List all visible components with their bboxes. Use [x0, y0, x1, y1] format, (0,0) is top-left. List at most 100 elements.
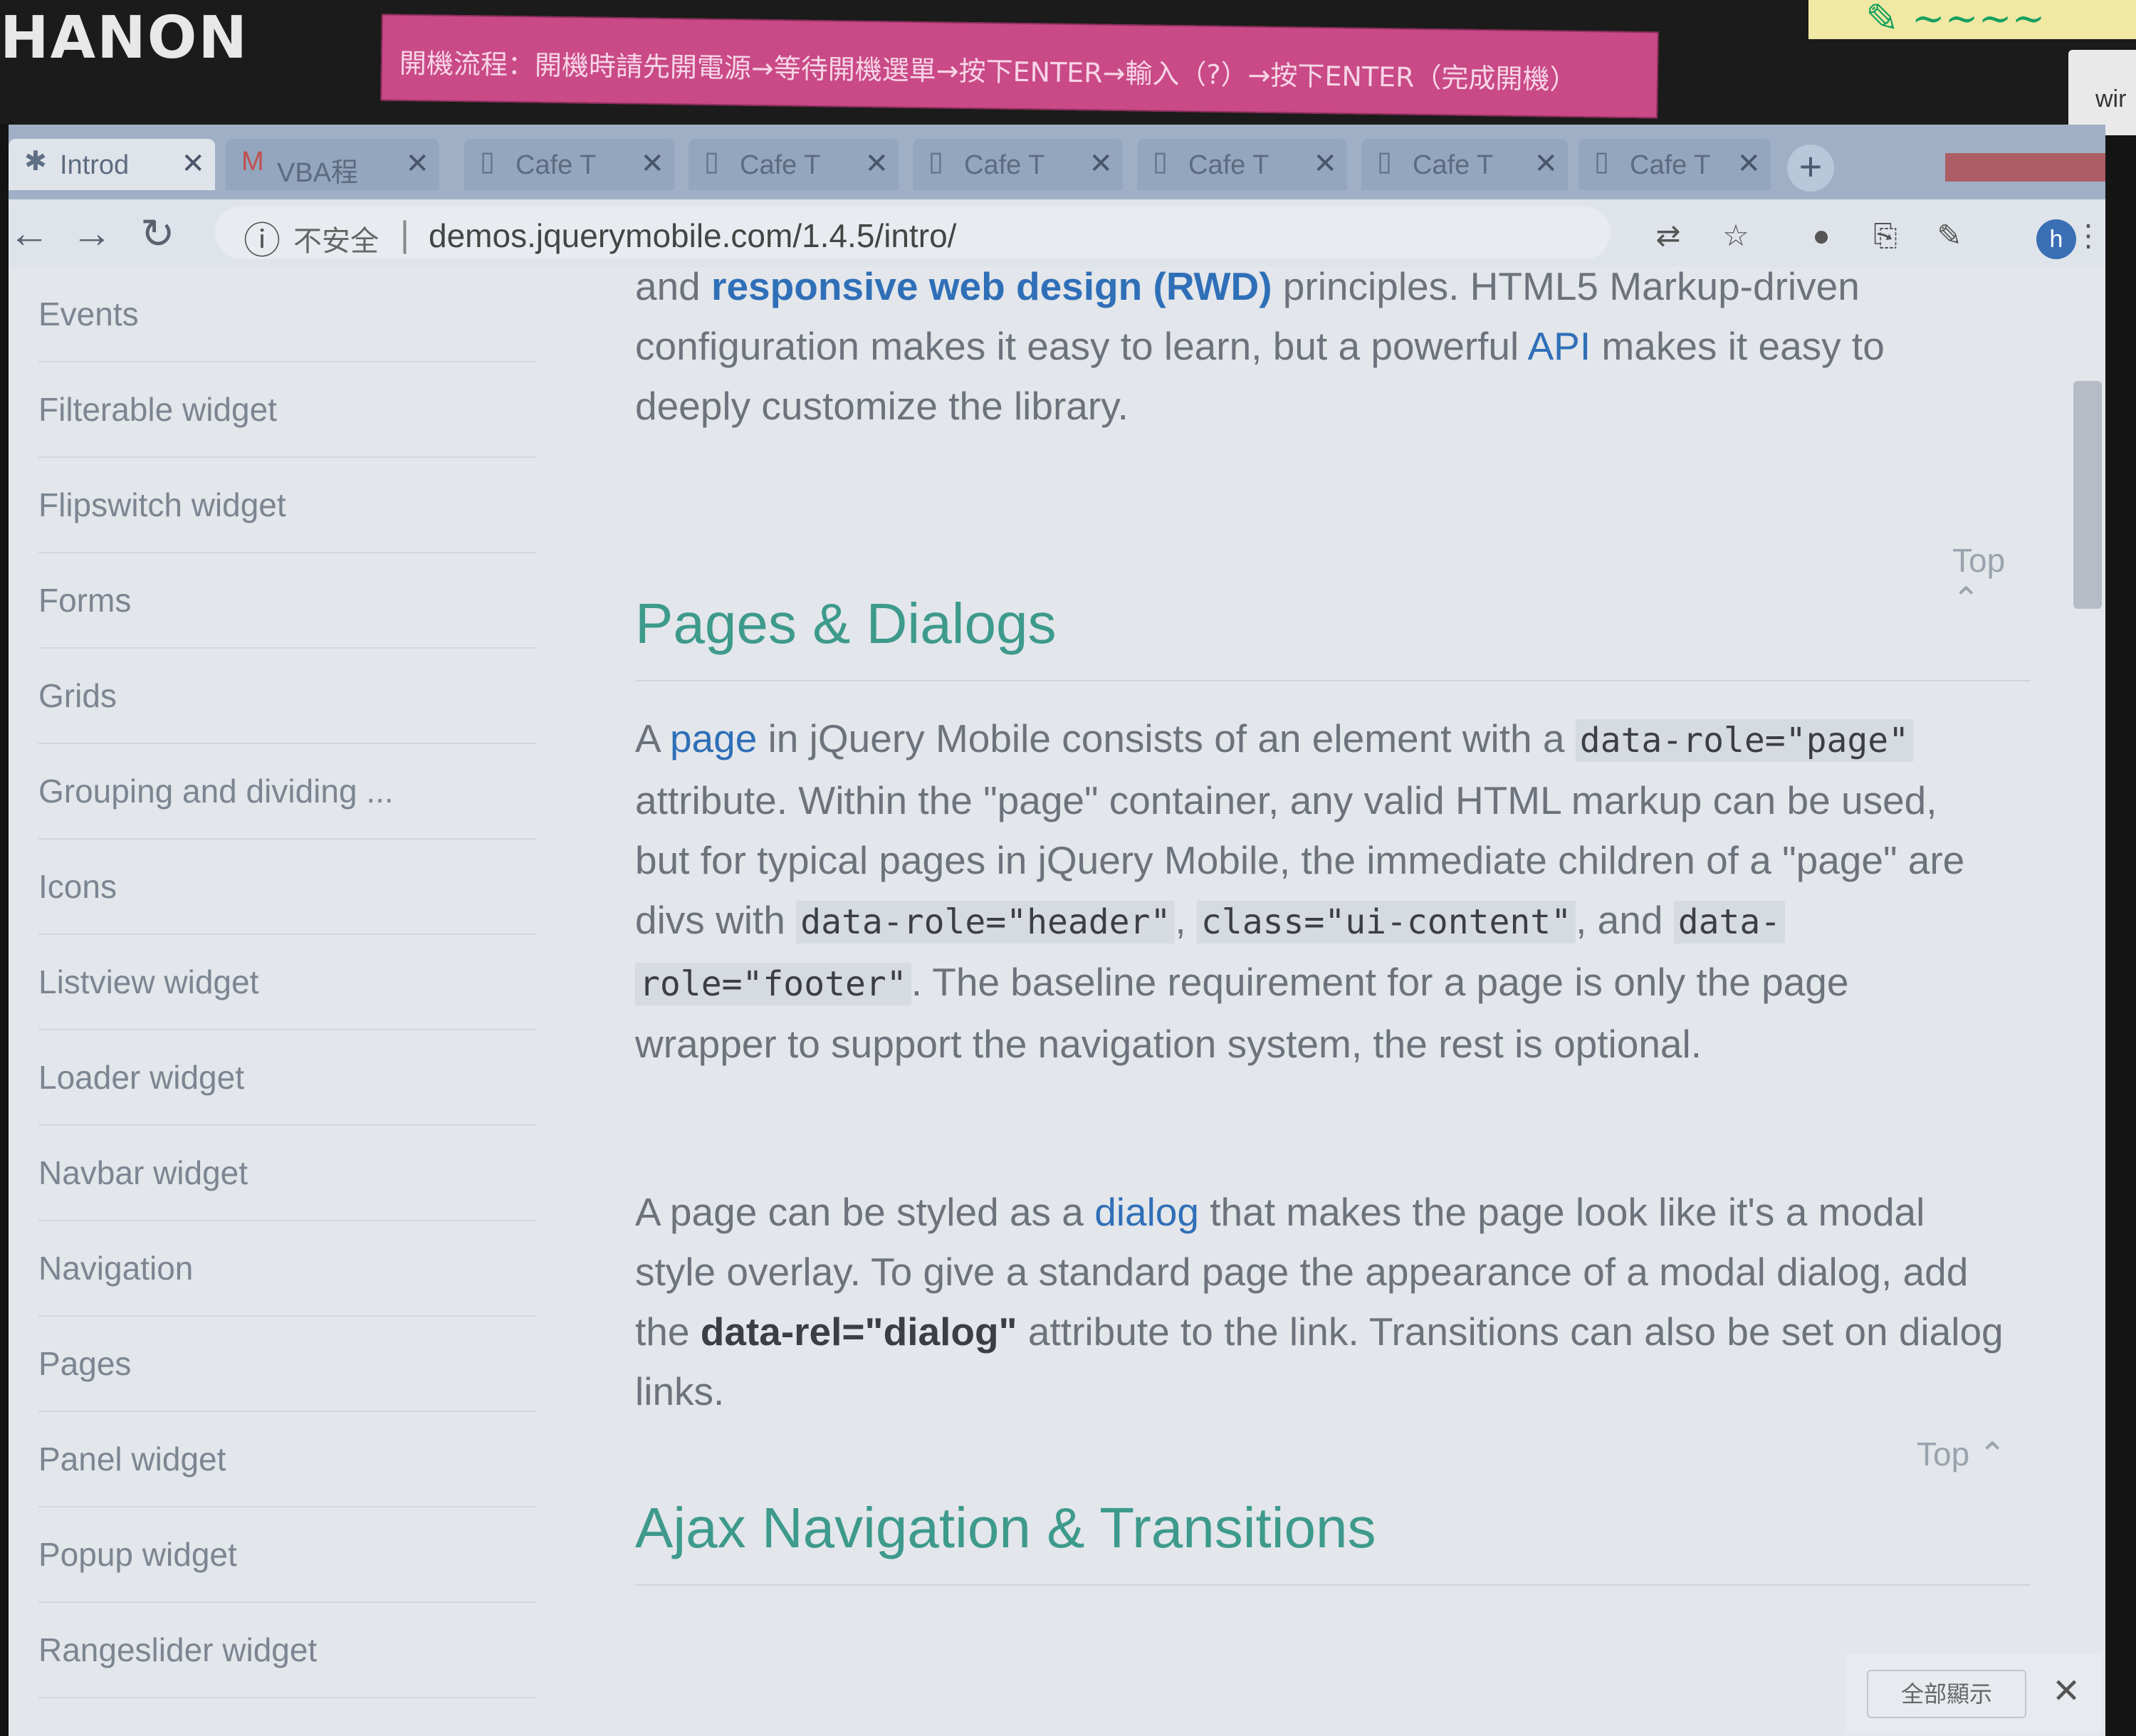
page-icon: ▯ [704, 147, 719, 177]
intro-line-3: deeply customize the library. [635, 384, 1129, 428]
tab-cafe-3[interactable]: ▯ Cafe T ✕ [913, 139, 1123, 190]
intro-line-2: configuration makes it easy to learn, bu… [635, 316, 1885, 376]
text: . The baseline requirement for a page is… [911, 960, 1849, 1004]
tab-cafe-1[interactable]: ▯ Cafe T ✕ [464, 139, 674, 190]
extension-icon[interactable]: ● [1806, 221, 1836, 251]
sidebar-item-navbar-widget[interactable]: Navbar widget [38, 1126, 537, 1221]
page-icon: ▯ [1594, 147, 1609, 177]
data-rel-attribute: data-rel="dialog" [700, 1309, 1017, 1354]
intro-line-1: and responsive web design (RWD) principl… [635, 267, 1885, 316]
sidebar-item-forms[interactable]: Forms [38, 553, 537, 649]
reload-icon[interactable]: ↻ [140, 209, 175, 258]
sidebar-item-listview-widget[interactable]: Listview widget [38, 935, 537, 1030]
forward-icon[interactable]: → [71, 209, 112, 257]
back-icon[interactable]: ← [9, 209, 50, 257]
close-icon[interactable]: ✕ [1534, 147, 1558, 180]
new-tab-button[interactable]: + [1787, 145, 1834, 192]
close-icon[interactable]: ✕ [1313, 147, 1337, 180]
dialog-line-4: links. [635, 1369, 725, 1413]
info-icon[interactable]: ⓘ [244, 211, 281, 264]
code-class-ui-content: class="ui-content" [1196, 901, 1576, 943]
profile-avatar[interactable]: h [2036, 219, 2076, 259]
sidebar-item-popup-widget[interactable]: Popup widget [38, 1507, 537, 1603]
sidebar-item-rangeslider-widget[interactable]: Rangeslider widget [38, 1603, 537, 1698]
code-data-role-page: data-role="page" [1575, 719, 1914, 762]
address-bar[interactable]: ⓘ 不安全 | demos.jquerymobile.com/1.4.5/int… [215, 206, 1611, 262]
page-icon: ▯ [1377, 147, 1392, 177]
tab-cafe-2[interactable]: ▯ Cafe T ✕ [689, 139, 899, 190]
pages-line-4: divs with data-role="header", class="ui-… [635, 890, 1964, 952]
close-icon[interactable]: ✕ [405, 147, 429, 180]
background-window-label: wir [2095, 85, 2127, 113]
close-icon[interactable]: ✕ [181, 147, 205, 180]
tab-label: Cafe T [964, 150, 1045, 180]
browser-window: ✱ Introd ✕ M VBA程 ✕ ▯ Cafe T ✕ ▯ Cafe T … [9, 125, 2105, 1736]
jquery-icon: ✱ [24, 147, 47, 177]
pages-line-3: but for typical pages in jQuery Mobile, … [635, 838, 1965, 882]
pages-paragraph: A page in jQuery Mobile consists of an e… [635, 708, 1964, 1074]
sidebar-item-grids[interactable]: Grids [38, 649, 537, 744]
background-window: wir [2068, 50, 2136, 135]
sidebar-item-grouping-and-dividing[interactable]: Grouping and dividing ... [38, 744, 537, 840]
tab-strip: ✱ Introd ✕ M VBA程 ✕ ▯ Cafe T ✕ ▯ Cafe T … [9, 125, 2105, 199]
api-link[interactable]: API [1527, 324, 1591, 368]
browser-toolbar: ← → ↻ ⓘ 不安全 | demos.jquerymobile.com/1.4… [9, 199, 2105, 268]
pages-line-5: role="footer". The baseline requirement … [635, 952, 1964, 1014]
translate-icon[interactable]: ⇄ [1653, 221, 1683, 251]
text: makes it easy to [1591, 324, 1885, 368]
ajax-navigation-heading: Ajax Navigation & Transitions [635, 1496, 1376, 1559]
close-icon[interactable]: ✕ [640, 147, 664, 180]
sidebar-item-navigation[interactable]: Navigation [38, 1221, 537, 1317]
rwd-link[interactable]: responsive web design (RWD) [711, 267, 1272, 308]
sidebar-item-loader-widget[interactable]: Loader widget [38, 1030, 537, 1126]
page-link[interactable]: page [670, 716, 757, 760]
top-link[interactable]: Top ⌃ [1952, 541, 2031, 618]
tab-introduction[interactable]: ✱ Introd ✕ [9, 139, 215, 190]
show-all-downloads-button[interactable]: 全部顯示 [1867, 1670, 2026, 1718]
tab-cafe-4[interactable]: ▯ Cafe T ✕ [1137, 139, 1347, 190]
code-data-role-footer-start: data- [1673, 901, 1786, 943]
pages-line-1: A page in jQuery Mobile consists of an e… [635, 708, 1964, 770]
close-icon[interactable]: ✕ [2052, 1671, 2080, 1711]
gmail-icon: M [241, 147, 264, 177]
bookmark-star-icon[interactable]: ☆ [1721, 221, 1751, 251]
sidebar-item-pages[interactable]: Pages [38, 1317, 537, 1412]
sidebar-item-filterable-widget[interactable]: Filterable widget [38, 362, 537, 458]
text: , [1175, 898, 1197, 942]
url-text[interactable]: demos.jquerymobile.com/1.4.5/intro/ [429, 216, 956, 255]
download-bar: 全部顯示 ✕ [1846, 1654, 2102, 1732]
close-icon[interactable]: ✕ [1737, 147, 1761, 180]
sidebar-item-panel-widget[interactable]: Panel widget [38, 1412, 537, 1507]
close-icon[interactable]: ✕ [864, 147, 889, 180]
scrollbar-thumb[interactable] [2073, 381, 2102, 609]
translate-extension-icon[interactable]: ✎ [1935, 221, 1964, 251]
tab-label: VBA程 [277, 158, 359, 188]
dialog-link[interactable]: dialog [1094, 1190, 1199, 1234]
top-link[interactable]: Top ⌃ [1917, 1435, 2006, 1473]
tab-cafe-5[interactable]: ▯ Cafe T ✕ [1361, 139, 1568, 190]
window-controls[interactable] [1945, 153, 2105, 182]
sticky-note-text: 開機流程：開機時請先開電源→等待開機選單→按下ENTER→輸入（?）→按下ENT… [399, 47, 1577, 95]
dialog-paragraph: A page can be styled as a dialog that ma… [635, 1182, 2004, 1421]
sidebar-item-events[interactable]: Events [38, 267, 537, 362]
page-icon: ▯ [928, 147, 943, 177]
dialog-line-3: the data-rel="dialog" attribute to the l… [635, 1302, 2004, 1361]
sidebar-item-flipswitch-widget[interactable]: Flipswitch widget [38, 458, 537, 553]
handwritten-note: ✎ ~~~~ [1808, 0, 2136, 42]
tab-vba[interactable]: M VBA程 ✕ [226, 139, 439, 190]
heading-divider [635, 680, 2031, 681]
dialog-line-2: style overlay. To give a standard page t… [635, 1250, 1969, 1294]
sidebar-item-icons[interactable]: Icons [38, 840, 537, 935]
menu-icon[interactable]: ⋮ [2073, 221, 2103, 251]
tab-cafe-6[interactable]: ▯ Cafe T ✕ [1579, 139, 1771, 190]
text: that makes the page look like it's a mod… [1198, 1190, 1925, 1234]
chevron-up-icon: ⌃ [1978, 1436, 2006, 1473]
text: divs with [635, 898, 797, 942]
close-icon[interactable]: ✕ [1089, 147, 1113, 180]
text: in jQuery Mobile consists of an element … [757, 716, 1576, 760]
sticky-note: 開機流程：開機時請先開電源→等待開機選單→按下ENTER→輸入（?）→按下ENT… [380, 14, 1659, 119]
security-label: 不安全 [293, 225, 379, 258]
camera-icon[interactable]: ⎘ [1870, 221, 1900, 251]
chevron-up-icon: ⌃ [1952, 580, 1980, 617]
code-data-role-footer-end: role="footer" [635, 963, 911, 1005]
